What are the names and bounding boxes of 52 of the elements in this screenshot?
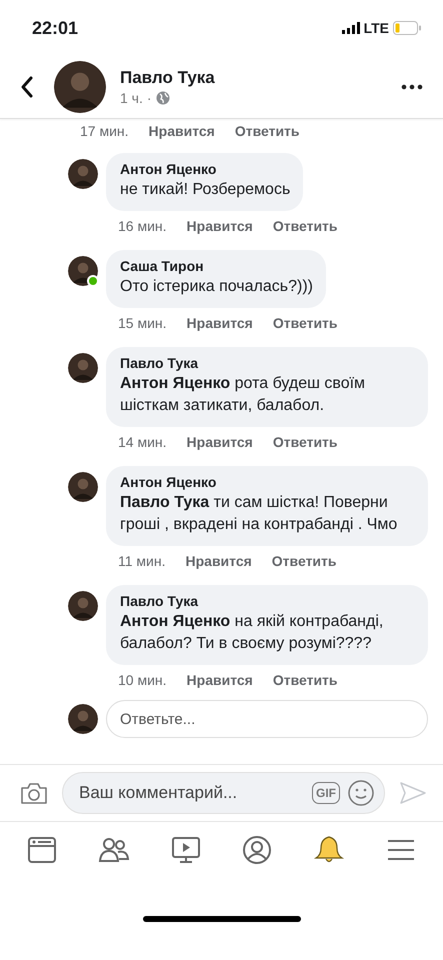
- reply-link[interactable]: Ответить: [272, 672, 338, 692]
- comment-text: Павло Тука ти сам шістка! Поверни гроші , вкрадені на контрабанді . Чмо: [120, 493, 398, 535]
- comment-time: 10 мин.: [118, 672, 167, 690]
- author-name[interactable]: Павло Тука: [120, 68, 381, 88]
- more-icon[interactable]: [401, 84, 423, 90]
- like-link[interactable]: Нравится: [186, 315, 253, 335]
- avatar: [68, 353, 98, 383]
- like-link[interactable]: Нравится: [186, 553, 252, 573]
- avatar: [68, 159, 98, 189]
- like-link[interactable]: Нравится: [186, 218, 253, 238]
- avatar: [68, 591, 98, 621]
- post-time: 1 ч.: [120, 90, 143, 106]
- avatar: [68, 704, 98, 734]
- separator: ·: [146, 90, 152, 106]
- profile-icon[interactable]: [241, 834, 274, 866]
- comment-text: Ото істерика почалась?))): [120, 277, 313, 297]
- video-icon[interactable]: [170, 834, 202, 866]
- reply-link[interactable]: Ответить: [272, 218, 338, 238]
- like-link[interactable]: Нравится: [186, 434, 253, 454]
- reply-field[interactable]: Ответьте...: [106, 700, 428, 738]
- reply-link[interactable]: Ответить: [272, 553, 336, 573]
- reply-link[interactable]: Ответить: [234, 123, 300, 143]
- network-label: LTE: [364, 20, 389, 36]
- reply-link[interactable]: Ответить: [272, 315, 338, 335]
- gif-button[interactable]: GIF: [312, 782, 340, 804]
- like-link[interactable]: Нравится: [148, 123, 215, 143]
- like-link[interactable]: Нравится: [186, 672, 253, 692]
- feed-icon[interactable]: [26, 834, 58, 866]
- commenter-name[interactable]: Павло Тука: [120, 593, 415, 609]
- comment-time: 11 мин.: [118, 553, 166, 571]
- clock: 22:01: [32, 18, 78, 38]
- comment-time: 17 мин.: [80, 123, 129, 141]
- back-icon[interactable]: [20, 75, 34, 99]
- comment-time: 15 мин.: [118, 315, 167, 333]
- commenter-name[interactable]: Павло Тука: [120, 355, 415, 371]
- battery-icon: [393, 21, 421, 35]
- comment-text: Антон Яценко рота будеш своїм шісткам затикати, балабол.: [120, 374, 366, 416]
- avatar: [68, 472, 98, 502]
- commenter-name[interactable]: Антон Яценко: [120, 474, 415, 490]
- comment-time: 16 мин.: [118, 218, 167, 236]
- comment-time: 14 мин.: [118, 434, 167, 452]
- comment-text: не тикай! Розберемось: [120, 180, 290, 200]
- camera-icon[interactable]: [20, 781, 48, 805]
- commenter-name[interactable]: Саша Тирон: [120, 258, 313, 274]
- signal-icon: [342, 22, 360, 34]
- comment-field[interactable]: Ваш комментарий... GIF: [62, 772, 385, 814]
- reply-link[interactable]: Ответить: [272, 434, 338, 454]
- commenter-name[interactable]: Антон Яценко: [120, 161, 290, 177]
- avatar: [54, 61, 106, 113]
- emoji-icon[interactable]: [348, 780, 374, 806]
- globe-icon: [156, 91, 170, 105]
- comment-text: Антон Яценко на якій контрабанді, балабол? Ти в своєму розумі????: [120, 612, 384, 654]
